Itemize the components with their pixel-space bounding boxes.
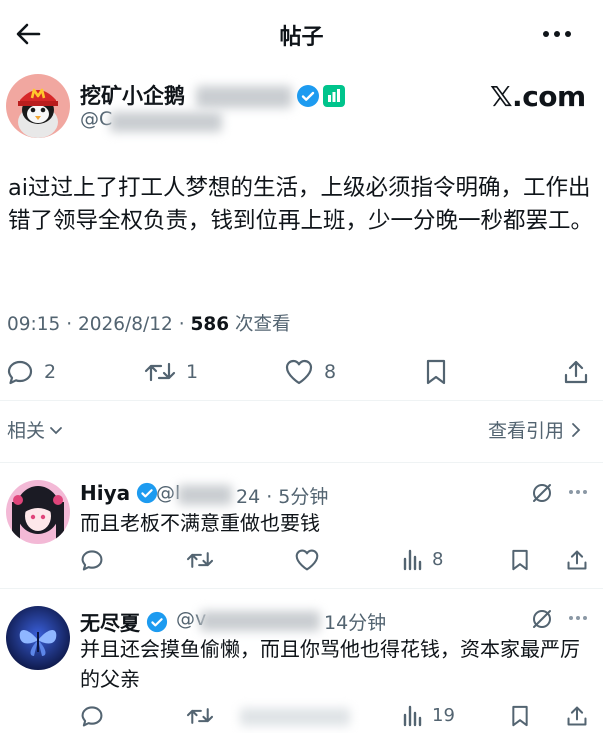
reply-like-button[interactable] bbox=[294, 548, 320, 572]
reply-author-name[interactable]: 无尽夏 bbox=[80, 607, 140, 636]
redacted-name-suffix bbox=[196, 86, 292, 108]
redacted-handle bbox=[200, 611, 320, 631]
author-name-row: 挖矿小企鹅 bbox=[80, 80, 185, 110]
analytics-icon bbox=[403, 549, 422, 571]
repost-icon bbox=[186, 552, 214, 568]
redacted-like bbox=[240, 708, 350, 726]
post-timestamp: 09:15 · 2026/8/12 · bbox=[7, 314, 191, 335]
repost-button[interactable]: 1 bbox=[144, 358, 198, 386]
like-button[interactable]: 8 bbox=[284, 358, 336, 386]
related-label: 相关 bbox=[7, 420, 46, 442]
top-bar: 帖子 bbox=[0, 0, 603, 66]
share-icon bbox=[564, 360, 588, 384]
reply-reply-button[interactable] bbox=[80, 704, 104, 728]
share-icon bbox=[567, 706, 587, 726]
grok-icon[interactable] bbox=[530, 607, 554, 631]
heart-icon bbox=[285, 359, 313, 385]
reply-button[interactable]: 2 bbox=[6, 358, 56, 386]
bookmark-button[interactable] bbox=[424, 358, 448, 386]
grok-icon[interactable] bbox=[530, 481, 554, 505]
bookmark-icon bbox=[512, 549, 528, 571]
divider bbox=[0, 588, 603, 589]
related-dropdown[interactable]: 相关 bbox=[7, 416, 63, 443]
more-options-icon[interactable] bbox=[568, 614, 588, 622]
bookmark-icon bbox=[512, 705, 528, 727]
reply-icon bbox=[81, 706, 103, 727]
reply-view-count: 8 bbox=[432, 548, 444, 570]
view-quotes-label: 查看引用 bbox=[488, 420, 565, 442]
chevron-down-icon bbox=[50, 426, 62, 434]
reply-bookmark-button[interactable] bbox=[510, 548, 530, 572]
redacted-handle bbox=[178, 485, 232, 505]
more-options-icon[interactable] bbox=[568, 488, 588, 496]
view-count-label: 次查看 bbox=[229, 314, 291, 335]
reply-avatar[interactable] bbox=[6, 480, 70, 544]
author-avatar[interactable] bbox=[6, 74, 70, 138]
reply-author-row: 无尽夏 bbox=[80, 607, 168, 636]
verified-badge-icon bbox=[146, 611, 168, 632]
share-button[interactable] bbox=[563, 358, 589, 386]
reply-share-button[interactable] bbox=[566, 548, 588, 572]
page-title: 帖子 bbox=[279, 25, 324, 50]
reply-view-count: 19 bbox=[432, 704, 455, 726]
like-count: 8 bbox=[324, 361, 337, 383]
reply-icon bbox=[81, 550, 103, 571]
more-options-icon[interactable] bbox=[540, 22, 574, 46]
reply-text: 并且还会摸鱼偷懒，而且你骂他也得花钱，资本家最严厉的父亲 bbox=[80, 637, 580, 691]
analytics-icon bbox=[403, 705, 422, 727]
verified-badge-icon bbox=[137, 482, 158, 504]
reply-author-name[interactable]: Hiya bbox=[80, 481, 130, 505]
reply-repost-button[interactable] bbox=[186, 704, 214, 728]
affiliate-badge-icon bbox=[322, 84, 346, 108]
reply-count: 2 bbox=[44, 361, 57, 383]
reply-icon bbox=[7, 360, 33, 385]
redacted-handle bbox=[110, 112, 222, 132]
reply-views-button[interactable]: 19 bbox=[402, 703, 455, 727]
reply-time: 14分钟 bbox=[324, 612, 387, 634]
reply-views-button[interactable]: 8 bbox=[402, 547, 443, 571]
divider bbox=[0, 462, 603, 463]
bookmark-icon bbox=[426, 359, 446, 385]
heart-icon bbox=[295, 549, 319, 571]
chevron-right-icon bbox=[572, 422, 581, 437]
view-count: 586 bbox=[190, 314, 230, 335]
repost-icon bbox=[144, 362, 176, 382]
divider bbox=[0, 400, 603, 401]
reply-text: 而且老板不满意重做也要钱 bbox=[80, 511, 320, 535]
share-icon bbox=[567, 550, 587, 570]
reply-handle: @l bbox=[156, 482, 181, 504]
source-logo: 𝕏.com bbox=[490, 80, 586, 113]
repost-icon bbox=[186, 708, 214, 724]
reply-author-row: Hiya bbox=[80, 481, 158, 505]
reply-bookmark-button[interactable] bbox=[510, 704, 530, 728]
reply-repost-button[interactable] bbox=[186, 548, 214, 572]
post-text: ai过过上了打工人梦想的生活，上级必须指令明确，工作出错了领导全权负责，钱到位再… bbox=[8, 175, 594, 234]
reply-avatar[interactable] bbox=[6, 606, 70, 670]
post-meta: 09:15 · 2026/8/12 · 586 次查看 bbox=[7, 310, 290, 336]
repost-count: 1 bbox=[186, 361, 199, 383]
reply-reply-button[interactable] bbox=[80, 548, 104, 572]
verified-badge-icon bbox=[296, 84, 320, 108]
view-quotes-link[interactable]: 查看引用 bbox=[488, 416, 582, 443]
author-handle: @C bbox=[80, 108, 113, 130]
author-name[interactable]: 挖矿小企鹅 bbox=[80, 84, 185, 108]
reply-share-button[interactable] bbox=[566, 704, 588, 728]
reply-time: 24 · 5分钟 bbox=[236, 486, 329, 508]
